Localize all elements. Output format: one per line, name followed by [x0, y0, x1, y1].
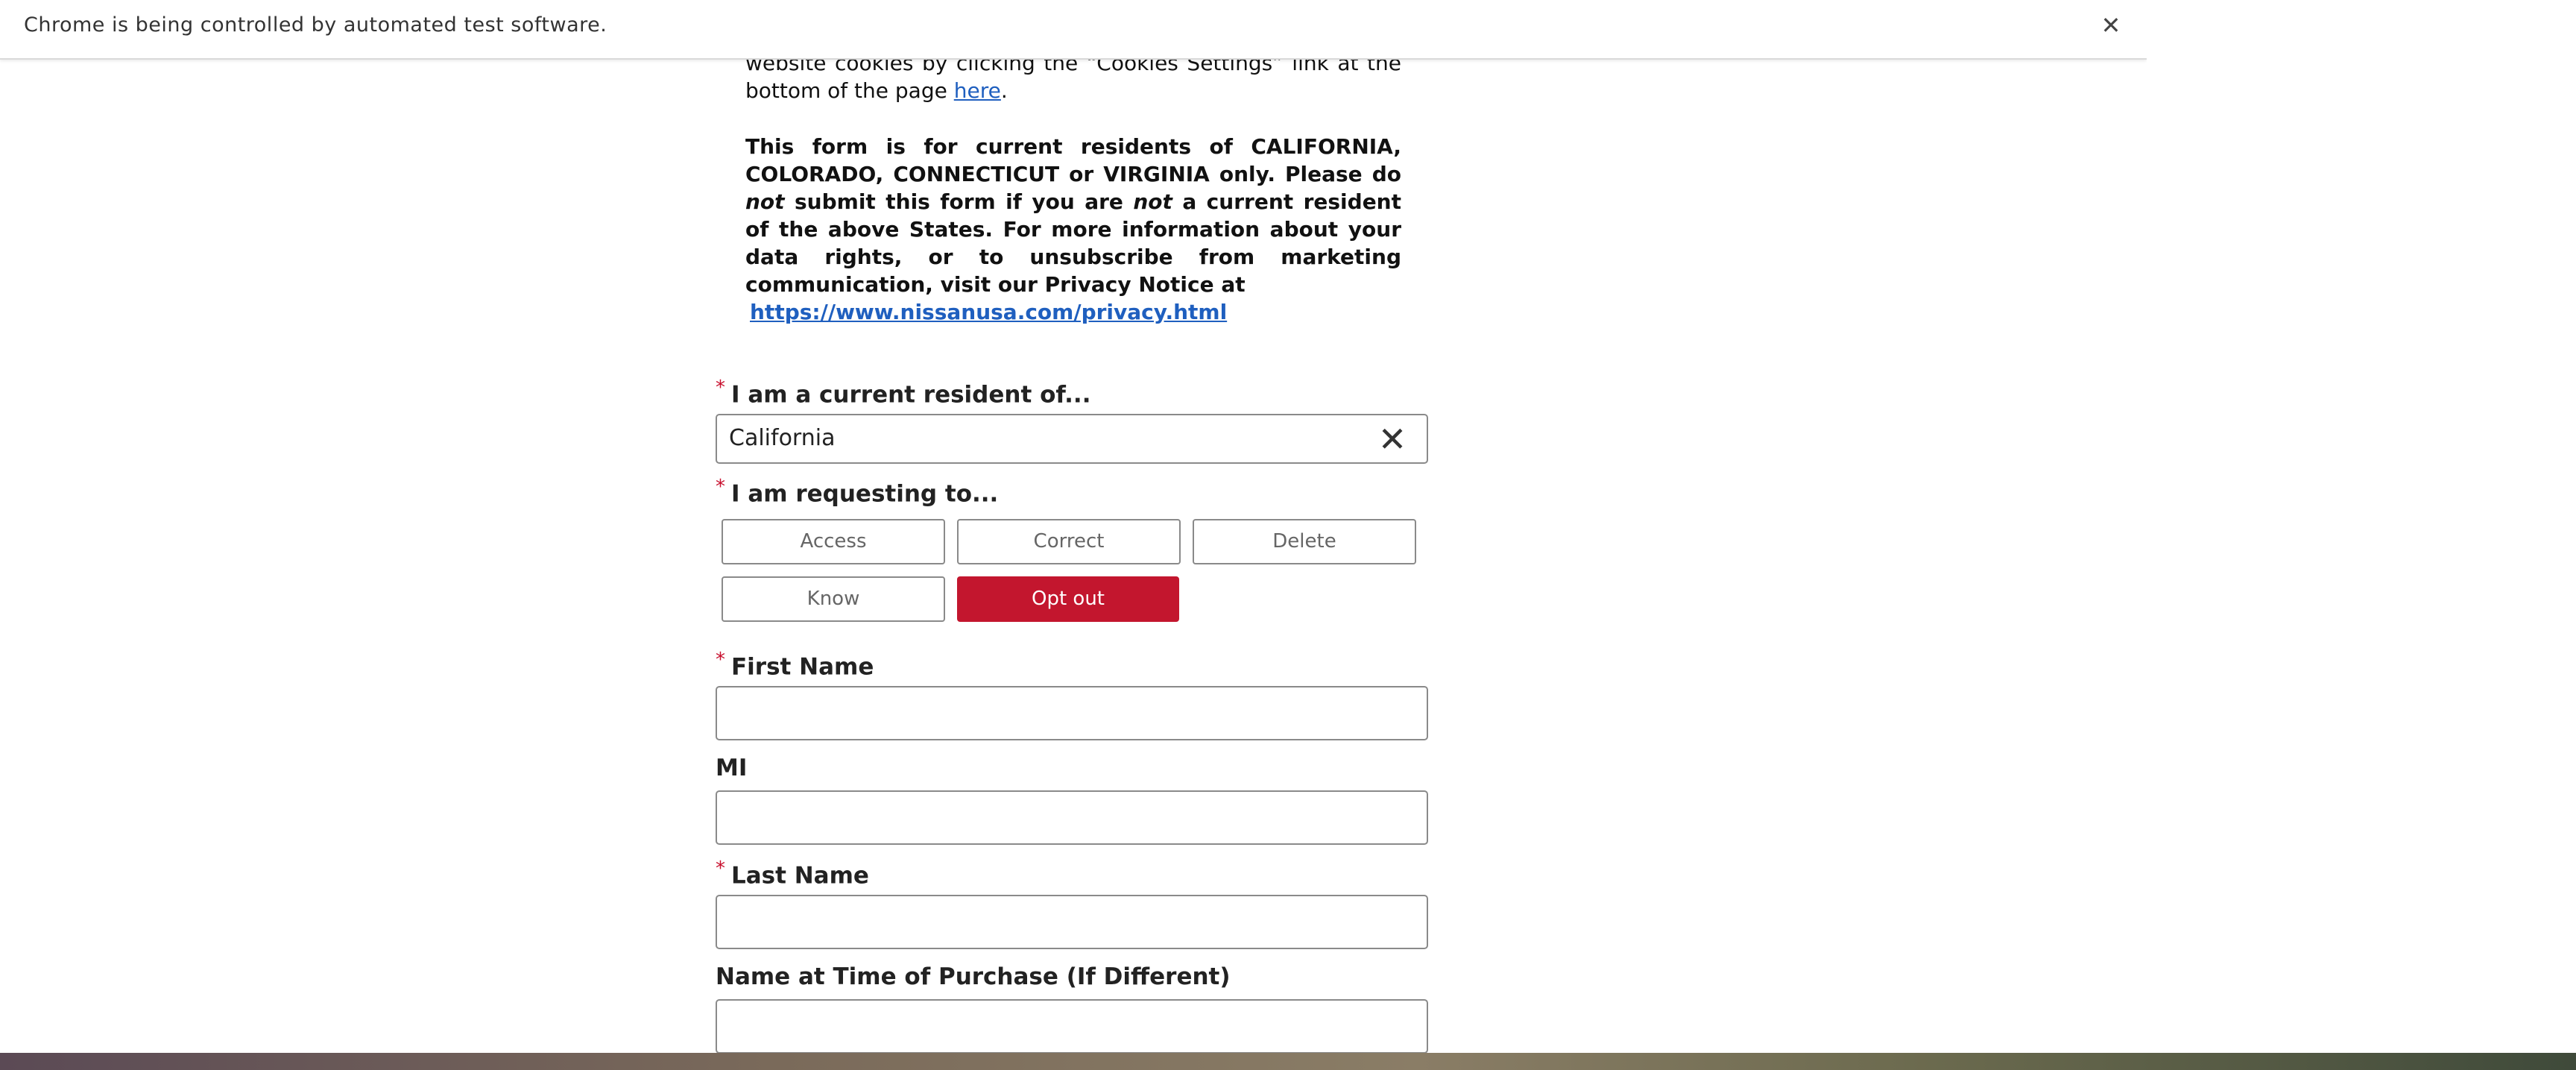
request-label: * I am requesting to... [716, 476, 998, 507]
notice-not-2: not [1133, 189, 1172, 214]
required-mark: * [716, 857, 725, 880]
request-label-text: I am requesting to... [731, 480, 999, 508]
desktop-background [0, 1053, 2576, 1070]
desktop-area [2147, 0, 2576, 1053]
name-at-purchase-input[interactable] [716, 999, 1428, 1053]
required-mark: * [716, 649, 725, 671]
request-option-access[interactable]: Access [722, 519, 945, 564]
request-option-opt-out[interactable]: Opt out [957, 576, 1179, 622]
resident-select[interactable]: California ✕ [716, 414, 1428, 464]
last-name-input[interactable] [716, 895, 1428, 949]
resident-select-value: California [729, 425, 836, 451]
last-name-label: * Last Name [716, 857, 869, 889]
mi-label: MI [716, 755, 748, 781]
cookies-end: . [1000, 78, 1008, 103]
first-name-label: * First Name [716, 649, 874, 680]
name-at-purchase-label: Name at Time of Purchase (If Different) [716, 963, 1231, 990]
first-name-label-text: First Name [731, 653, 874, 681]
infobar-message: Chrome is being controlled by automated … [24, 13, 607, 37]
residency-notice: This form is for current residents of CA… [745, 133, 1401, 326]
notice-text-b: submit this form if you are [784, 189, 1134, 214]
resident-label-text: I am a current resident of... [731, 381, 1091, 409]
request-option-delete[interactable]: Delete [1193, 519, 1416, 564]
cookies-here-link[interactable]: here [954, 78, 1001, 103]
required-mark: * [716, 476, 725, 498]
resident-label: * I am a current resident of... [716, 377, 1090, 408]
browser-window: Chrome is being controlled by automated … [0, 0, 2147, 1053]
mi-input[interactable] [716, 790, 1428, 845]
close-icon[interactable]: ✕ [2096, 10, 2126, 40]
required-mark: * [716, 377, 725, 399]
first-name-input[interactable] [716, 686, 1428, 740]
close-icon[interactable]: ✕ [1374, 420, 1410, 459]
privacy-request-form: website cookies by clicking the “Cookies… [716, 0, 1431, 1053]
request-option-know[interactable]: Know [722, 576, 945, 622]
request-option-correct[interactable]: Correct [957, 519, 1181, 564]
privacy-notice-link[interactable]: https://www.nissanusa.com/privacy.html [750, 300, 1227, 324]
notice-not-1: not [745, 189, 785, 214]
last-name-label-text: Last Name [731, 862, 869, 890]
notice-text-a: This form is for current residents of CA… [745, 134, 1401, 186]
automation-infobar: Chrome is being controlled by automated … [0, 0, 2147, 60]
